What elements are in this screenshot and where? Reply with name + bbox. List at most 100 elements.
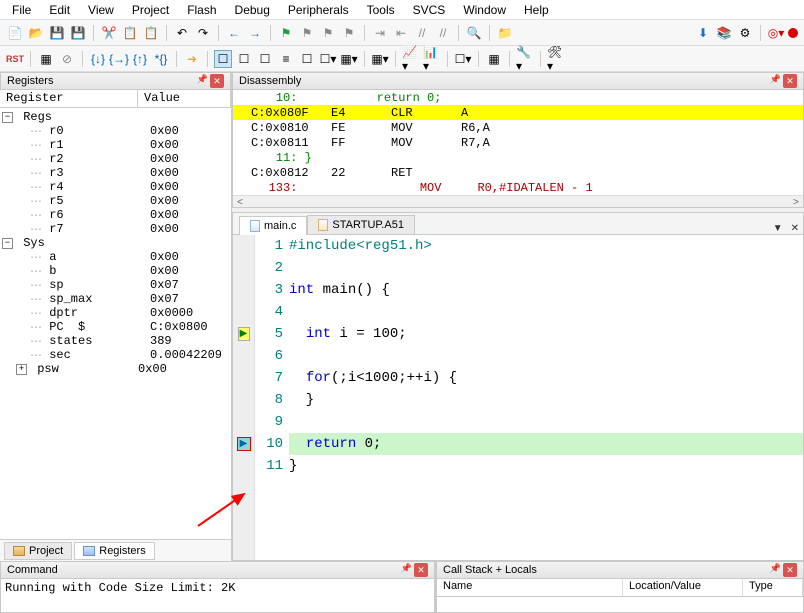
- toolbox-icon[interactable]: 📊▾: [423, 50, 441, 68]
- close-icon[interactable]: ✕: [210, 74, 224, 88]
- register-name[interactable]: r6: [42, 208, 150, 222]
- callstack-icon[interactable]: ☐: [298, 50, 316, 68]
- register-name[interactable]: a: [42, 250, 150, 264]
- code-line[interactable]: int i = 100;: [289, 323, 803, 345]
- register-value[interactable]: 0x00: [150, 264, 179, 278]
- scroll-left-icon[interactable]: <: [237, 198, 243, 208]
- project-tab[interactable]: Project: [4, 542, 72, 560]
- register-value[interactable]: 0x00: [150, 180, 179, 194]
- scroll-right-icon[interactable]: >: [793, 198, 799, 208]
- menu-edit[interactable]: Edit: [41, 1, 78, 19]
- locval-col[interactable]: Location/Value: [623, 579, 743, 596]
- step-over-icon[interactable]: {→}: [110, 50, 128, 68]
- menu-tools[interactable]: Tools: [359, 1, 403, 19]
- register-name[interactable]: dptr: [42, 306, 150, 320]
- undo-icon[interactable]: ↶: [173, 24, 191, 42]
- save-all-icon[interactable]: 💾: [69, 24, 87, 42]
- step-out-icon[interactable]: {↑}: [131, 50, 149, 68]
- download-icon[interactable]: ⬇: [694, 24, 712, 42]
- register-name[interactable]: sec: [42, 348, 150, 362]
- bookmark-next-icon[interactable]: ⚑: [319, 24, 337, 42]
- register-value[interactable]: 0x07: [150, 292, 179, 306]
- register-name[interactable]: r1: [42, 138, 150, 152]
- books-icon[interactable]: 📚: [715, 24, 733, 42]
- menu-flash[interactable]: Flash: [179, 1, 224, 19]
- close-icon[interactable]: ✕: [783, 74, 797, 88]
- register-name[interactable]: r7: [42, 222, 150, 236]
- tools-icon[interactable]: 🛠▾: [547, 50, 565, 68]
- code-editor[interactable]: ▶▶ 1234567891011 #include<reg51.h>int ma…: [233, 235, 803, 560]
- register-name[interactable]: states: [42, 334, 150, 348]
- save-icon[interactable]: 💾: [48, 24, 66, 42]
- tree-toggle-icon[interactable]: −: [2, 112, 13, 123]
- stop-icon[interactable]: ⊘: [58, 50, 76, 68]
- disassembly-view[interactable]: 10: return 0;C:0x080FE4CLRAC:0x0810FEMOV…: [232, 90, 804, 208]
- bookmark-prev-icon[interactable]: ⚑: [298, 24, 316, 42]
- redo-icon[interactable]: ↷: [194, 24, 212, 42]
- tab-startup-a51[interactable]: STARTUP.A51: [307, 215, 415, 234]
- register-value[interactable]: 0x07: [150, 278, 179, 292]
- register-name[interactable]: r4: [42, 180, 150, 194]
- copy-icon[interactable]: 📋: [121, 24, 139, 42]
- code-line[interactable]: }: [289, 455, 803, 477]
- register-name[interactable]: r3: [42, 166, 150, 180]
- tab-main-c[interactable]: main.c: [239, 216, 307, 235]
- indent-icon[interactable]: ⇥: [371, 24, 389, 42]
- menu-project[interactable]: Project: [124, 1, 177, 19]
- pin-icon[interactable]: 📌: [401, 563, 412, 577]
- menu-svcs[interactable]: SVCS: [405, 1, 454, 19]
- menu-debug[interactable]: Debug: [227, 1, 278, 19]
- project-icon[interactable]: 📁: [496, 24, 514, 42]
- step-in-icon[interactable]: {↓}: [89, 50, 107, 68]
- open-icon[interactable]: 📂: [27, 24, 45, 42]
- close-icon[interactable]: ✕: [783, 563, 797, 577]
- register-value[interactable]: 0x0000: [150, 306, 193, 320]
- register-value[interactable]: 0x00: [150, 138, 179, 152]
- register-value[interactable]: 0x00: [150, 124, 179, 138]
- register-value[interactable]: 0x00: [150, 166, 179, 180]
- comment-icon[interactable]: //: [413, 24, 431, 42]
- run-icon[interactable]: ▦: [37, 50, 55, 68]
- register-value[interactable]: 0x00: [150, 152, 179, 166]
- config-icon[interactable]: ⚙: [736, 24, 754, 42]
- code-line[interactable]: [289, 411, 803, 433]
- trace-icon[interactable]: ☐▾: [454, 50, 472, 68]
- new-file-icon[interactable]: 📄: [6, 24, 24, 42]
- tree-toggle-icon[interactable]: −: [2, 238, 13, 249]
- register-name[interactable]: Regs: [16, 110, 124, 124]
- watch-icon[interactable]: ☐▾: [319, 50, 337, 68]
- register-value[interactable]: 389: [150, 334, 172, 348]
- breakpoint-marker-icon[interactable]: ▶: [237, 437, 251, 451]
- registers-icon[interactable]: ≡: [277, 50, 295, 68]
- code-line[interactable]: int main() {: [289, 279, 803, 301]
- bookmark-clear-icon[interactable]: ⚑: [340, 24, 358, 42]
- run-to-line-icon[interactable]: *{}: [152, 50, 170, 68]
- menu-view[interactable]: View: [80, 1, 122, 19]
- symbols-icon[interactable]: ☐: [256, 50, 274, 68]
- nav-back-icon[interactable]: ←: [225, 24, 243, 42]
- register-value[interactable]: 0x00: [138, 362, 167, 376]
- register-value[interactable]: C:0x0800: [150, 320, 208, 334]
- perf-icon[interactable]: 🔧▾: [516, 50, 534, 68]
- cut-icon[interactable]: ✂️: [100, 24, 118, 42]
- register-name[interactable]: sp: [42, 278, 150, 292]
- analyzer-icon[interactable]: 📈▾: [402, 50, 420, 68]
- search-target-icon[interactable]: ◎▾: [767, 24, 785, 42]
- bookmark-icon[interactable]: ⚑: [277, 24, 295, 42]
- register-name[interactable]: b: [42, 264, 150, 278]
- memory-icon[interactable]: ▦▾: [340, 50, 358, 68]
- pin-icon[interactable]: 📌: [770, 563, 781, 577]
- type-col[interactable]: Type: [743, 579, 803, 596]
- register-value[interactable]: 0x00: [150, 208, 179, 222]
- register-name[interactable]: sp_max: [42, 292, 150, 306]
- outdent-icon[interactable]: ⇤: [392, 24, 410, 42]
- tab-dropdown-icon[interactable]: ▼: [769, 223, 787, 234]
- registers-tab[interactable]: Registers: [74, 542, 154, 560]
- register-name[interactable]: Sys: [16, 236, 124, 250]
- register-value[interactable]: 0x00: [150, 250, 179, 264]
- code-line[interactable]: [289, 301, 803, 323]
- editor-gutter[interactable]: ▶▶: [233, 235, 255, 560]
- disasm-win-icon[interactable]: ☐: [235, 50, 253, 68]
- uncomment-icon[interactable]: //: [434, 24, 452, 42]
- coverage-icon[interactable]: ▦: [485, 50, 503, 68]
